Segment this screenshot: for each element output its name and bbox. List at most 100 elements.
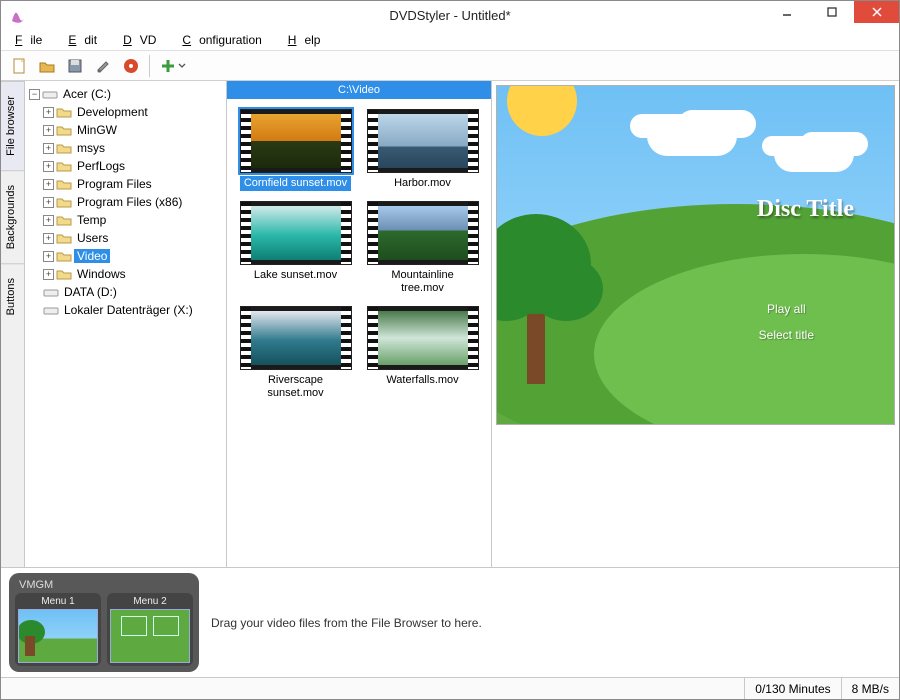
status-bar: 0/130 Minutes 8 MB/s (1, 677, 899, 699)
expand-icon[interactable]: + (43, 197, 54, 208)
menu-bar: File Edit DVD Configuration Help (1, 29, 899, 51)
add-button[interactable] (156, 54, 190, 78)
toolbar (1, 51, 899, 81)
tree-item[interactable]: +Temp (27, 211, 224, 229)
video-thumbnail[interactable]: Mountainline tree.mov (362, 201, 483, 296)
filmstrip-icon (240, 306, 352, 370)
sidetab-file-browser[interactable]: File browser (1, 81, 24, 170)
side-tabs: File browser Backgrounds Buttons (1, 81, 25, 567)
play-all-link[interactable]: Play all (759, 296, 814, 322)
window-title: DVDStyler - Untitled* (389, 8, 510, 23)
tree-item[interactable]: +Video (27, 247, 224, 265)
tree-item[interactable]: +msys (27, 139, 224, 157)
maximize-button[interactable] (809, 1, 854, 23)
folder-tree[interactable]: − Acer (C:) +Development+MinGW+msys+Perf… (25, 81, 227, 567)
vmgm-group[interactable]: VMGM Menu 1 Menu 2 (9, 573, 199, 672)
expand-icon[interactable]: + (43, 179, 54, 190)
tree-item[interactable]: +PerfLogs (27, 157, 224, 175)
timeline-strip[interactable]: VMGM Menu 1 Menu 2 Drag your video files… (1, 567, 899, 677)
chevron-down-icon (178, 62, 186, 70)
expand-icon[interactable]: + (43, 143, 54, 154)
app-icon (9, 6, 27, 24)
disc-title-text[interactable]: Disc Title (757, 196, 854, 223)
select-title-link[interactable]: Select title (759, 322, 814, 348)
menu-thumbnail-2[interactable]: Menu 2 (107, 593, 193, 666)
drive-icon (43, 303, 59, 317)
open-project-button[interactable] (35, 54, 59, 78)
new-project-button[interactable] (7, 54, 31, 78)
status-rate: 8 MB/s (841, 678, 899, 699)
tree-item[interactable]: +Development (27, 103, 224, 121)
cloud-shape (647, 116, 737, 156)
tree-item[interactable]: +Program Files (27, 175, 224, 193)
expand-icon[interactable]: + (43, 161, 54, 172)
tree-root[interactable]: − Acer (C:) (27, 85, 224, 103)
drop-hint: Drag your video files from the File Brow… (211, 616, 482, 630)
folder-icon (56, 249, 72, 263)
expand-icon[interactable]: + (43, 251, 54, 262)
collapse-icon[interactable]: − (29, 89, 40, 100)
video-thumbnail[interactable]: Lake sunset.mov (235, 201, 356, 296)
menu-help[interactable]: Help (280, 31, 337, 49)
tree-item[interactable]: +Program Files (x86) (27, 193, 224, 211)
tree-item[interactable]: +Windows (27, 265, 224, 283)
menu-thumbnail-1[interactable]: Menu 1 (15, 593, 101, 666)
thumbnail-caption: Lake sunset.mov (250, 268, 341, 283)
thumbnail-caption: Mountainline tree.mov (367, 268, 479, 296)
menu-config[interactable]: Configuration (174, 31, 277, 49)
menu-file[interactable]: File (7, 31, 58, 49)
folder-icon (56, 159, 72, 173)
drive-icon (43, 285, 59, 299)
filmstrip-icon (367, 109, 479, 173)
folder-icon (56, 177, 72, 191)
tree-item[interactable]: +MinGW (27, 121, 224, 139)
folder-icon (56, 105, 72, 119)
vmgm-label: VMGM (15, 579, 193, 593)
filmstrip-icon (367, 306, 479, 370)
menu-edit[interactable]: Edit (60, 31, 113, 49)
expand-icon[interactable]: + (43, 215, 54, 226)
expand-icon[interactable]: + (43, 107, 54, 118)
folder-icon (56, 123, 72, 137)
thumbnail-caption: Harbor.mov (390, 176, 455, 191)
expand-icon[interactable]: + (43, 125, 54, 136)
sidetab-buttons[interactable]: Buttons (1, 263, 24, 329)
folder-icon (56, 195, 72, 209)
drive-icon (42, 87, 58, 101)
settings-button[interactable] (91, 54, 115, 78)
minimize-button[interactable] (764, 1, 809, 23)
menu-preview-pane: Disc Title Play all Select title (492, 81, 899, 567)
video-thumbnail[interactable]: Cornfield sunset.mov (235, 109, 356, 191)
main-area: File browser Backgrounds Buttons − Acer … (1, 81, 899, 567)
folder-icon (56, 267, 72, 281)
video-thumbnail[interactable]: Riverscape sunset.mov (235, 306, 356, 401)
menu-preview-icon (18, 609, 98, 663)
tree-item[interactable]: DATA (D:) (27, 283, 224, 301)
video-thumbnail[interactable]: Waterfalls.mov (362, 306, 483, 401)
sidetab-backgrounds[interactable]: Backgrounds (1, 170, 24, 263)
menu-links[interactable]: Play all Select title (759, 296, 814, 348)
tree-item[interactable]: Lokaler Datenträger (X:) (27, 301, 224, 319)
toolbar-separator (149, 55, 150, 77)
menu-dvd[interactable]: DVD (115, 31, 172, 49)
folder-icon (56, 231, 72, 245)
burn-disc-button[interactable] (119, 54, 143, 78)
title-bar: DVDStyler - Untitled* (1, 1, 899, 29)
menu-preview-canvas[interactable]: Disc Title Play all Select title (496, 85, 895, 425)
tree-item[interactable]: +Users (27, 229, 224, 247)
expand-icon[interactable]: + (43, 269, 54, 280)
filmstrip-icon (240, 109, 352, 173)
thumbnail-caption: Riverscape sunset.mov (240, 373, 352, 401)
menu-preview-icon (110, 609, 190, 663)
tree-shape (527, 294, 545, 384)
close-button[interactable] (854, 1, 899, 23)
folder-icon (56, 213, 72, 227)
sun-shape (507, 85, 577, 136)
save-project-button[interactable] (63, 54, 87, 78)
folder-icon (56, 141, 72, 155)
video-thumbnail[interactable]: Harbor.mov (362, 109, 483, 191)
thumbnail-caption: Waterfalls.mov (382, 373, 462, 388)
expand-icon[interactable]: + (43, 233, 54, 244)
thumbnail-grid[interactable]: Cornfield sunset.mov Harbor.mov Lake sunse… (227, 99, 491, 567)
window-controls (764, 1, 899, 23)
